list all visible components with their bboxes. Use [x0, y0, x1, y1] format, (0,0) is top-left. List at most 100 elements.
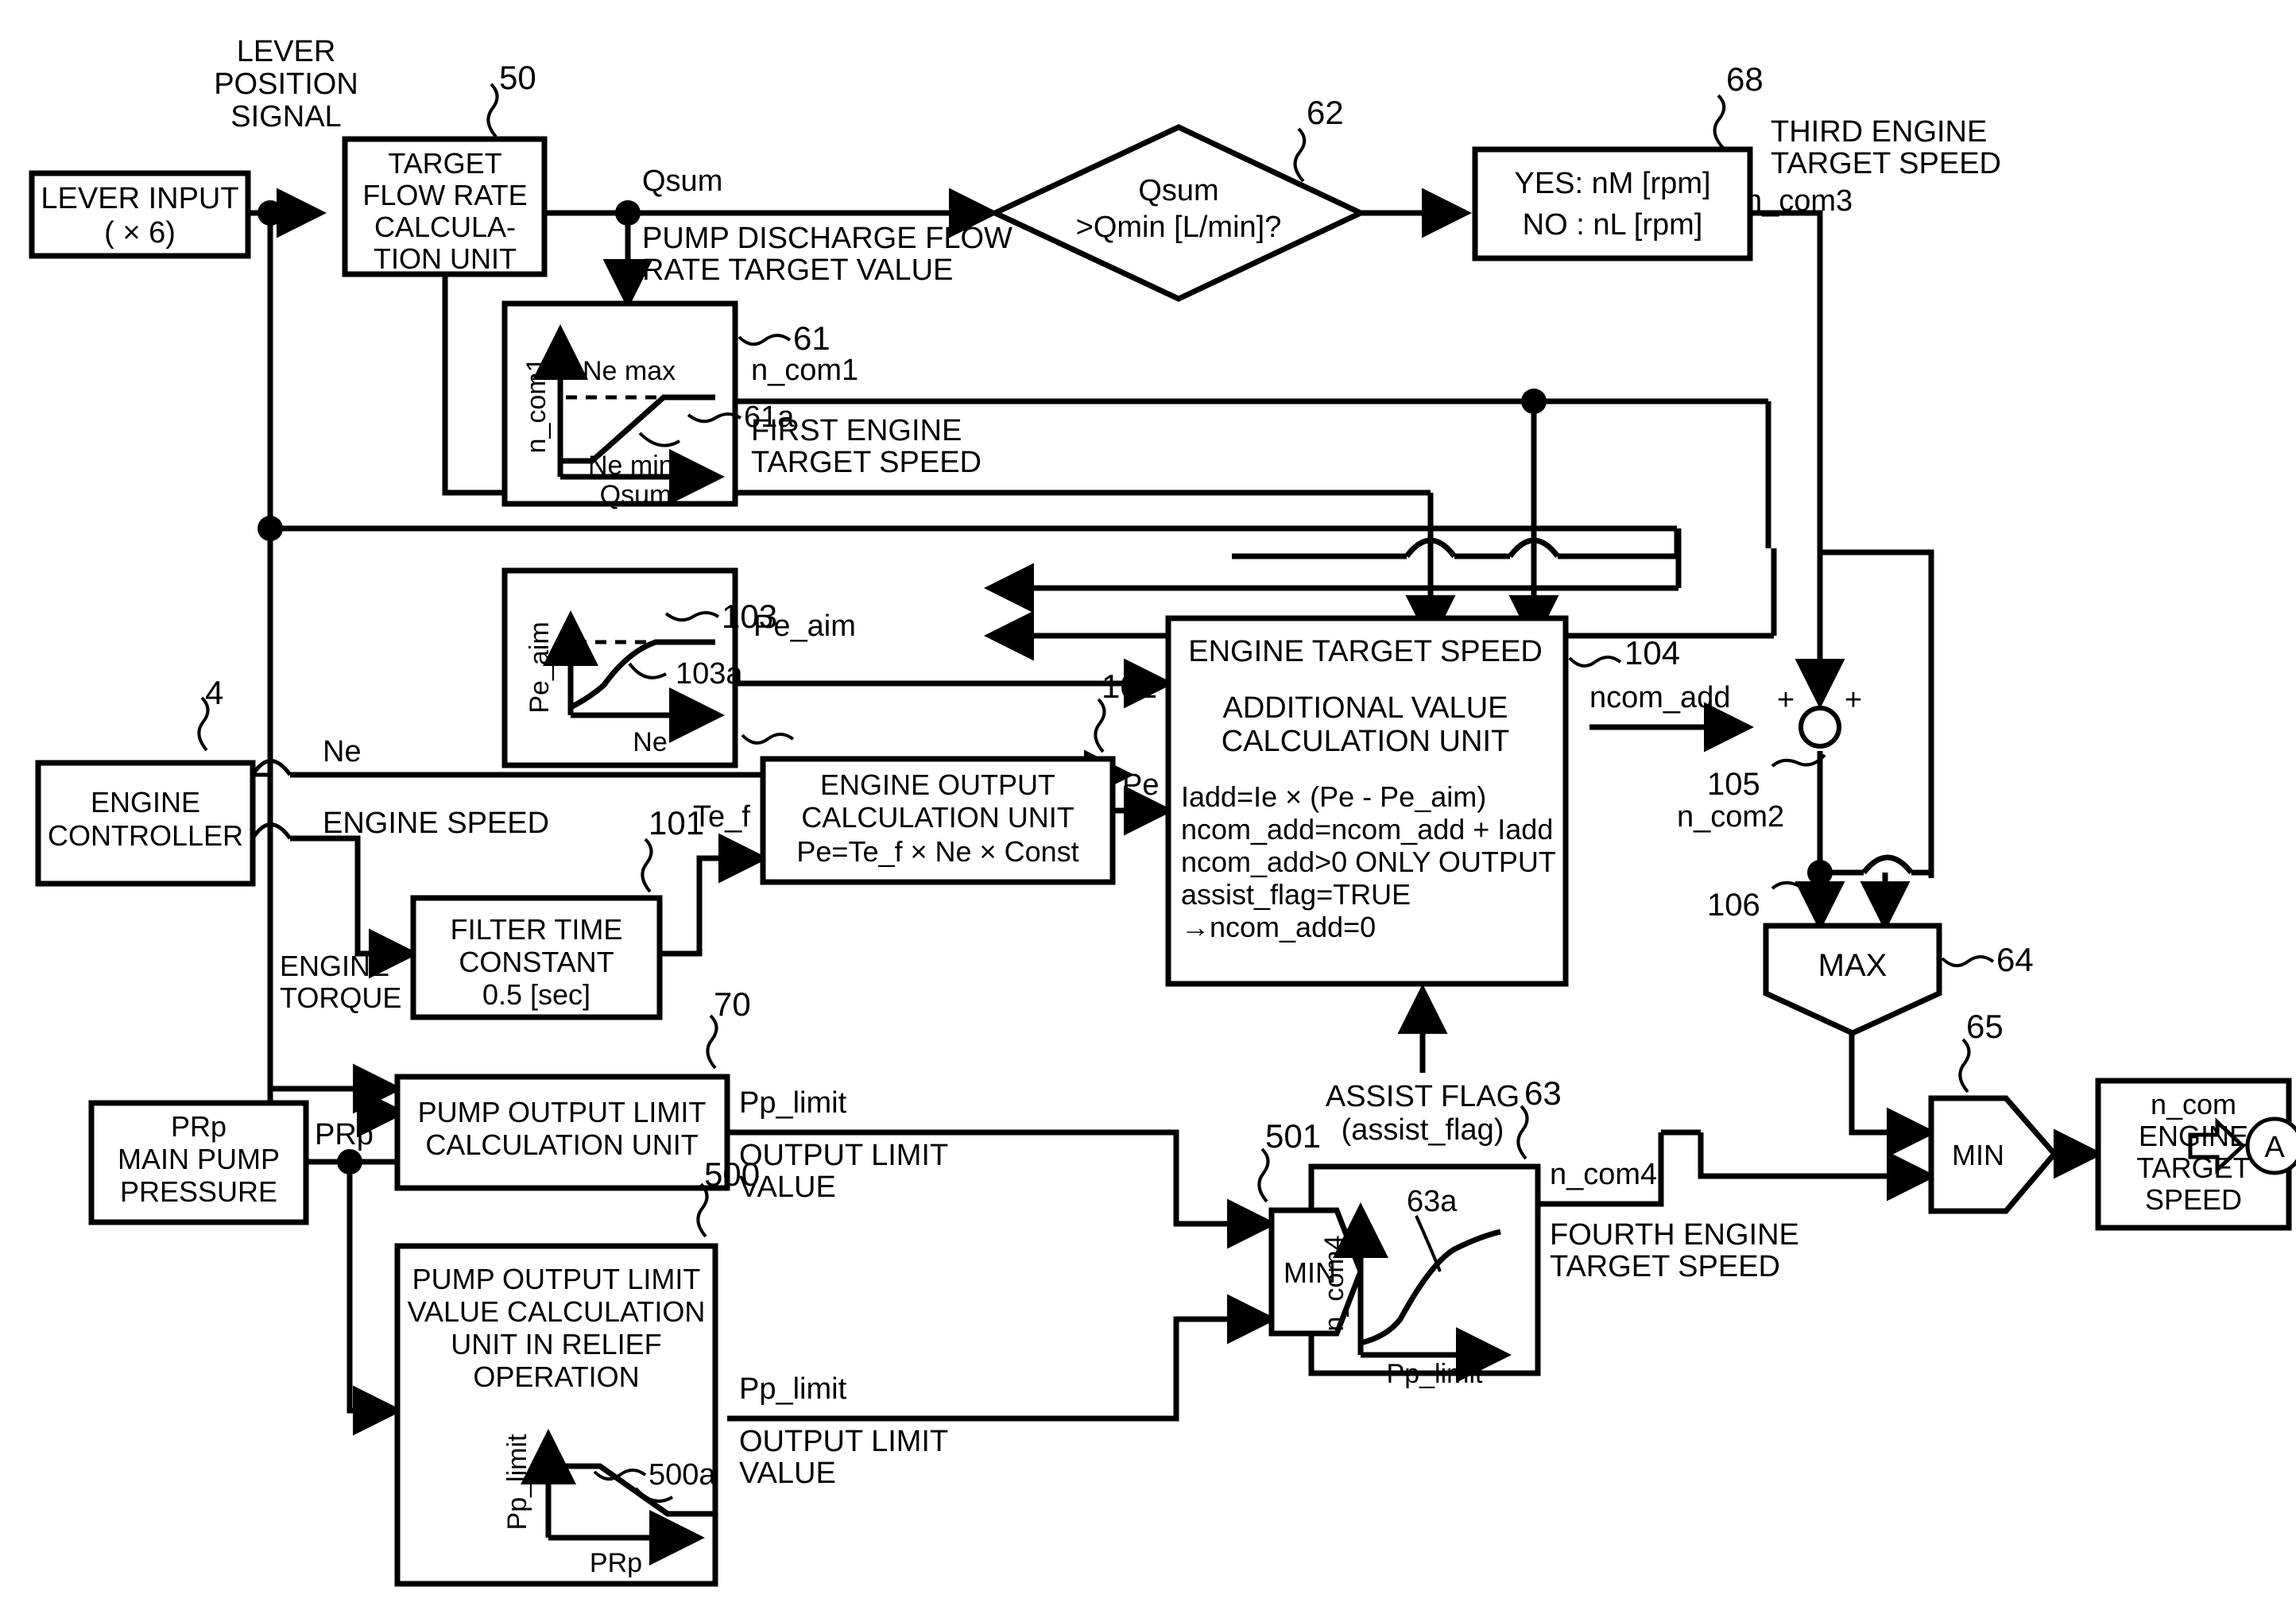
ref-70: 70	[714, 985, 751, 1023]
engine-speed-label: ENGINE SPEED	[323, 807, 549, 840]
prp-line1: PRp	[171, 1110, 227, 1143]
third-engine-line1: THIRD ENGINE	[1771, 115, 1987, 149]
fourth-engine-line1: FOURTH ENGINE	[1550, 1218, 1799, 1252]
qsum-label: Qsum	[642, 164, 722, 198]
ref-106: 106	[1707, 888, 1760, 923]
ref-62: 62	[1307, 94, 1344, 131]
ncom-out-line2: ENGINE	[2139, 1120, 2248, 1152]
prp-line2: MAIN PUMP	[118, 1143, 280, 1175]
graph103-ylabel: Pe_aim	[525, 621, 555, 713]
filter-line2: CONSTANT	[459, 946, 614, 978]
pump-discharge-line1: PUMP DISCHARGE FLOW	[642, 222, 1012, 255]
ref-500a: 500a	[649, 1458, 716, 1492]
assist-flag-line1: ASSIST FLAG	[1326, 1080, 1520, 1113]
ref-64: 64	[1996, 941, 2034, 978]
graph61-top-label: Ne max	[583, 356, 676, 386]
relief-line2: VALUE CALCULATION	[408, 1295, 706, 1328]
third-engine-line2: TARGET SPEED	[1771, 147, 2001, 180]
output-limit-lower-line2: VALUE	[739, 1457, 836, 1490]
n-com4-label: n_com4	[1550, 1158, 1657, 1191]
ne-label: Ne	[323, 735, 362, 768]
ref-68: 68	[1726, 60, 1764, 98]
ncom-out-line4: SPEED	[2145, 1183, 2242, 1216]
formula-2: ncom_add>0 ONLY OUTPUT	[1181, 846, 1556, 878]
n-com2-label: n_com2	[1677, 800, 1784, 834]
relief-line3: UNIT IN RELIEF	[451, 1328, 661, 1360]
filter-line3: 0.5 [sec]	[482, 978, 590, 1011]
yesno-line2: NO : nL [rpm]	[1523, 208, 1703, 242]
lever-position-signal-line3: SIGNAL	[230, 100, 341, 134]
ref-103a: 103a	[676, 657, 743, 691]
formula-1: ncom_add=ncom_add + Iadd	[1181, 813, 1553, 846]
target-flow-line3: CALCULA-	[374, 211, 516, 243]
engine-output-line1: ENGINE OUTPUT	[820, 768, 1055, 801]
ncom-out-line3: TARGET	[2136, 1151, 2250, 1184]
pp-limit-label-upper: Pp_limit	[739, 1086, 847, 1120]
pump-limit-line1: PUMP OUTPUT LIMIT	[418, 1096, 707, 1128]
ref-65: 65	[1966, 1008, 2004, 1045]
filter-line1: FILTER TIME	[451, 913, 623, 946]
engine-output-line3: Pe=Te_f × Ne × Const	[796, 835, 1078, 868]
pump-limit-line2: CALCULATION UNIT	[425, 1128, 698, 1161]
ref-61: 61	[793, 319, 831, 357]
ref-501: 501	[1265, 1117, 1321, 1155]
min65-label: MIN	[1952, 1139, 2004, 1171]
assist-flag-line2: (assist_flag)	[1342, 1113, 1504, 1147]
formula-4: →ncom_add=0	[1181, 911, 1376, 943]
graph61-bottom-label: Ne min	[588, 451, 674, 481]
fourth-engine-line2: TARGET SPEED	[1550, 1250, 1780, 1283]
prp-line3: PRESSURE	[120, 1175, 277, 1208]
engine-controller-line1: ENGINE	[91, 786, 200, 819]
graph61-xlabel: Qsum	[600, 480, 672, 510]
max-label: MAX	[1818, 948, 1888, 983]
n-com1-label: n_com1	[751, 354, 858, 387]
ref-50: 50	[499, 59, 536, 96]
pp-limit-label-lower: Pp_limit	[739, 1372, 847, 1406]
relief-line1: PUMP OUTPUT LIMIT	[412, 1263, 701, 1295]
graph63-xlabel: Pp_limit	[1387, 1359, 1483, 1389]
output-limit-upper-line1: OUTPUT LIMIT	[739, 1139, 948, 1172]
engine-torque-line1: ENGINE	[280, 950, 389, 982]
decision-line1: Qsum	[1138, 174, 1218, 207]
graph500-xlabel: PRp	[590, 1548, 642, 1578]
ref-104: 104	[1624, 634, 1680, 671]
pe-aim-label: Pe_aim	[753, 610, 856, 643]
decision-line2: >Qmin [L/min]?	[1076, 211, 1282, 244]
first-engine-line2: TARGET SPEED	[751, 446, 982, 479]
te-f-label: Te_f	[693, 800, 750, 834]
engine-output-line2: CALCULATION UNIT	[801, 801, 1074, 834]
relief-line4: OPERATION	[473, 1360, 639, 1393]
engine-controller-line2: CONTROLLER	[48, 819, 243, 852]
first-engine-line1: FIRST ENGINE	[751, 414, 962, 447]
ref-63a: 63a	[1407, 1185, 1458, 1218]
graph103-xlabel: Ne	[633, 727, 667, 757]
formula-0: Iadd=Ie × (Pe - Pe_aim)	[1181, 780, 1486, 813]
engine-torque-line2: TORQUE	[280, 981, 401, 1014]
additional-title3: CALCULATION UNIT	[1222, 725, 1509, 758]
additional-title1: ENGINE TARGET SPEED	[1188, 635, 1543, 668]
ref-63: 63	[1524, 1074, 1562, 1112]
ref-105: 105	[1707, 767, 1760, 802]
figure-canvas: LEVER INPUT ( × 6) LEVER POSITION SIGNAL…	[0, 0, 2296, 1610]
ref-4: 4	[205, 674, 223, 711]
graph61-ylabel: n_com1	[521, 358, 552, 454]
lever-input-label-2: ( × 6)	[104, 216, 176, 250]
ref-500: 500	[704, 1155, 760, 1193]
prp-signal-label: PRp	[315, 1118, 374, 1151]
graph500-ylabel: Pp_limit	[502, 1434, 532, 1530]
target-flow-line1: TARGET	[388, 147, 501, 180]
pump-discharge-line2: RATE TARGET VALUE	[642, 253, 953, 287]
ref-102: 102	[1102, 668, 1157, 705]
sum-sign-left: +	[1777, 683, 1795, 717]
yesno-line1: YES: nM [rpm]	[1514, 167, 1710, 200]
n-com3-label: n_com3	[1745, 184, 1853, 218]
pe-label: Pe	[1122, 768, 1159, 802]
graph63-ylabel: n_com4	[1319, 1236, 1349, 1332]
lever-position-signal-line2: POSITION	[214, 68, 358, 101]
output-limit-lower-line1: OUTPUT LIMIT	[739, 1425, 948, 1458]
ncom-add-label: ncom_add	[1589, 681, 1730, 714]
target-flow-line4: TION UNIT	[374, 242, 517, 275]
formula-3: assist_flag=TRUE	[1181, 878, 1411, 911]
additional-title2: ADDITIONAL VALUE	[1223, 691, 1508, 725]
target-flow-line2: FLOW RATE	[362, 179, 527, 211]
